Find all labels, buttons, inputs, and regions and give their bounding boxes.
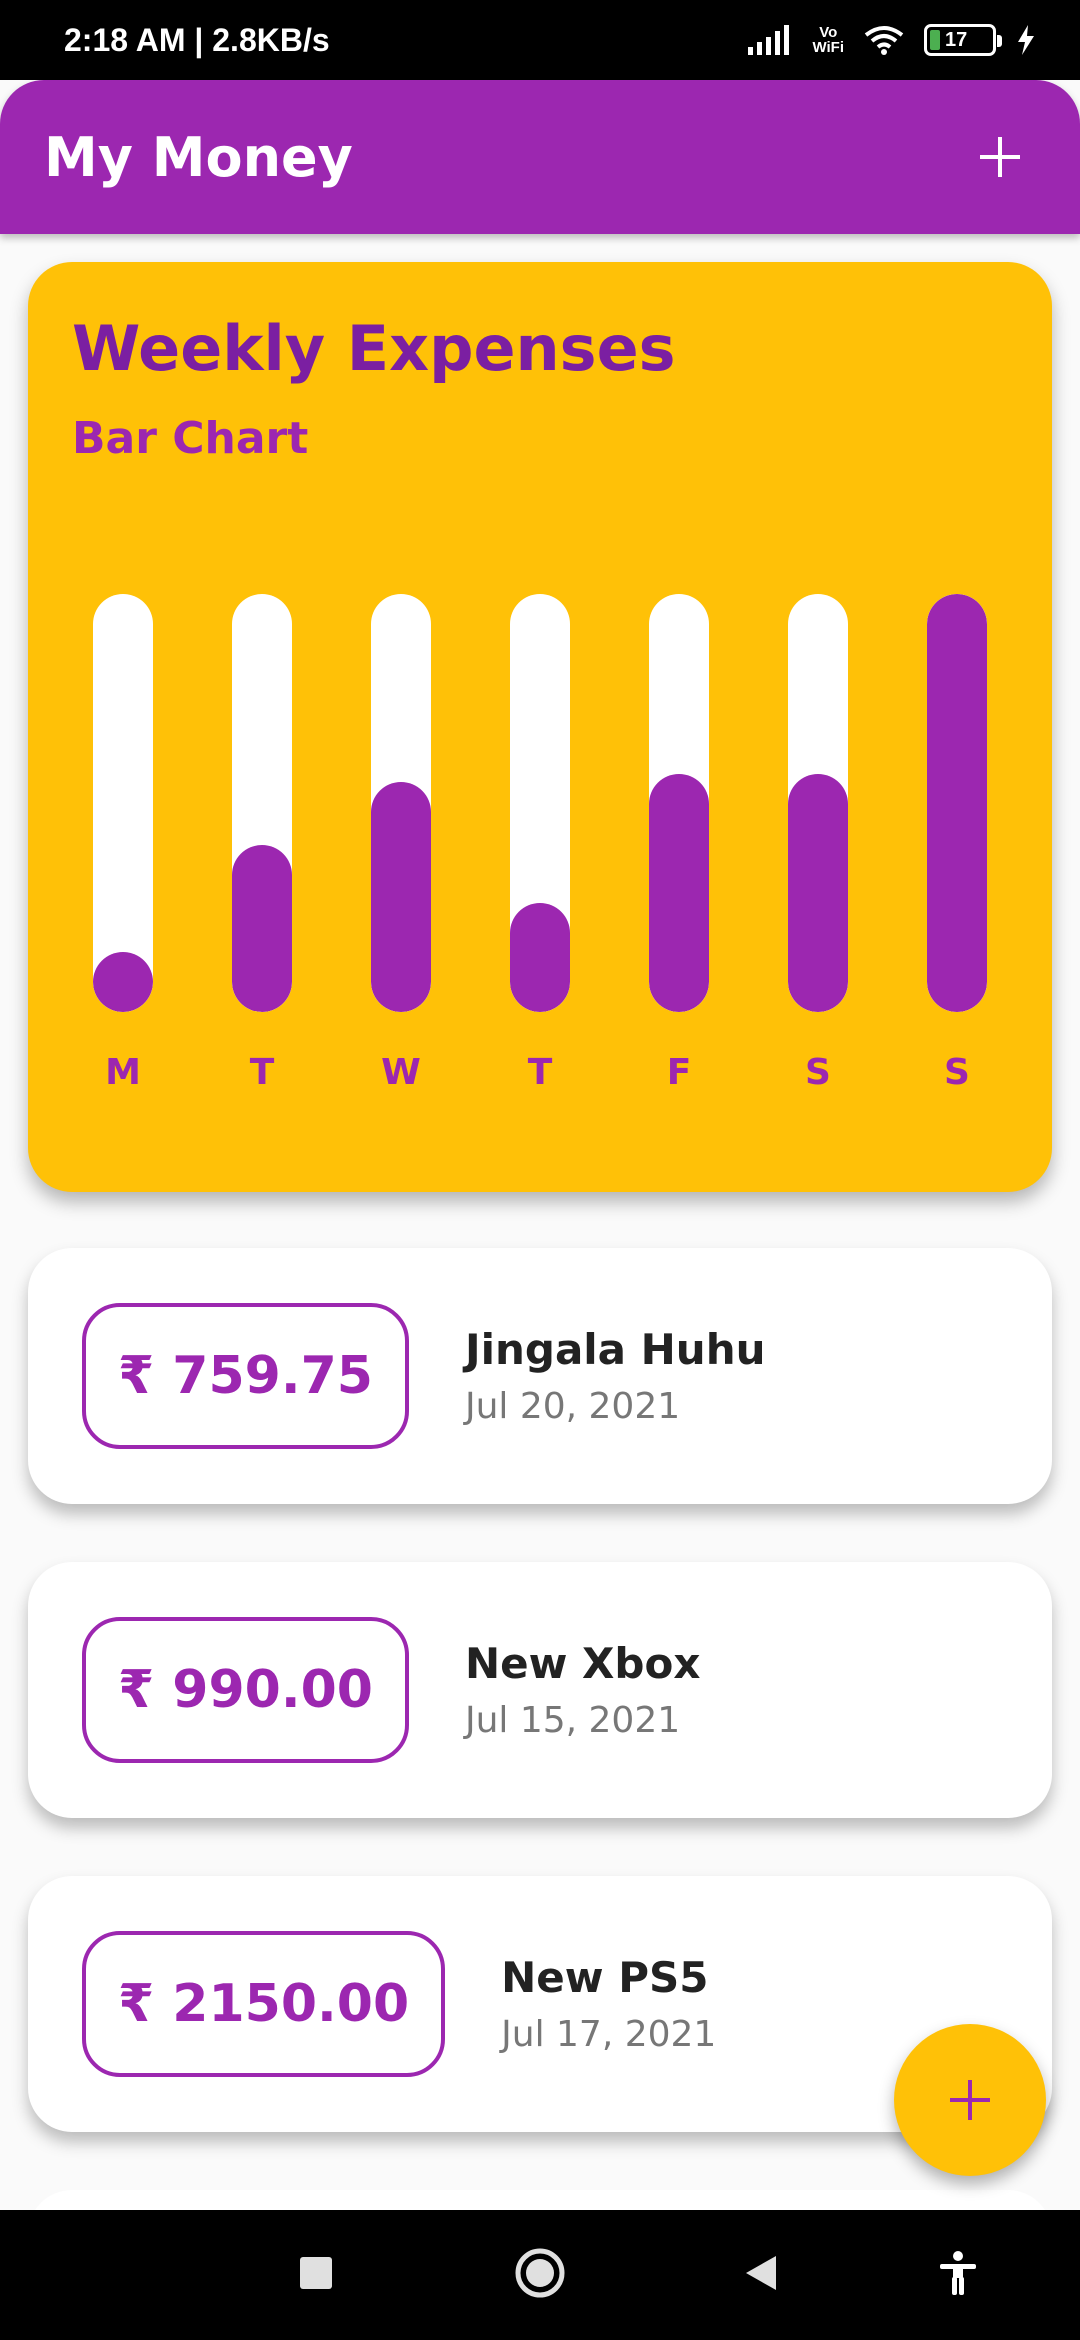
- transaction-amount: ₹ 759.75: [82, 1303, 409, 1449]
- transaction-info: New Xbox Jul 15, 2021: [465, 1639, 700, 1741]
- transaction-info: Jingala Huhu Jul 20, 2021: [465, 1325, 766, 1427]
- home-button[interactable]: [514, 2247, 566, 2303]
- bar-track: [510, 594, 570, 1012]
- charging-icon: [1018, 25, 1034, 55]
- bar-day-label: S: [805, 1052, 831, 1093]
- bar-day-label: F: [666, 1052, 692, 1093]
- back-triangle-icon: [746, 2256, 776, 2290]
- status-time: 2:18 AM | 2.8KB/s: [64, 21, 330, 58]
- back-button[interactable]: [744, 2254, 778, 2296]
- bar-track: [93, 594, 153, 1012]
- transaction-date: Jul 15, 2021: [464, 1700, 681, 1741]
- bar-track: [232, 594, 292, 1012]
- bar-fill: [232, 844, 292, 1012]
- bar-fill: [510, 903, 570, 1012]
- bar-day-label: T: [527, 1052, 553, 1093]
- bar-day-label: M: [105, 1052, 141, 1093]
- bar-track: [649, 594, 709, 1012]
- bar-fill: [93, 952, 153, 1012]
- transaction-title: Jingala Huhu: [464, 1325, 766, 1374]
- accessibility-button[interactable]: [938, 2251, 978, 2299]
- app-bar: My Money: [0, 80, 1080, 234]
- bar-fill: [788, 773, 848, 1012]
- battery-icon: 17: [924, 24, 1002, 56]
- recents-button[interactable]: [300, 2257, 332, 2293]
- system-nav-bar: [0, 2210, 1080, 2340]
- app-title: My Money: [44, 125, 353, 189]
- bar-track: [927, 594, 987, 1012]
- add-transaction-button[interactable]: [960, 117, 1040, 197]
- transaction-title: New PS5: [501, 1953, 709, 2002]
- bar-fill: [927, 594, 987, 1012]
- transaction-info: New PS5 Jul 17, 2021: [501, 1953, 716, 2055]
- wifi-icon: [864, 26, 904, 55]
- transaction-title: New Xbox: [464, 1639, 701, 1688]
- plus-icon: [950, 2080, 990, 2120]
- bar-track: [788, 594, 848, 1012]
- accessibility-icon: [940, 2251, 976, 2295]
- vowifi-vo: Vo: [819, 24, 838, 41]
- signal-icon: [748, 25, 790, 55]
- transaction-amount: ₹ 2150.00: [82, 1931, 446, 2077]
- vowifi-wifi: WiFi: [812, 39, 844, 56]
- bar-fill: [649, 773, 709, 1012]
- bar-fill: [371, 782, 431, 1012]
- transaction-card[interactable]: ₹ 990.00 New Xbox Jul 15, 2021: [28, 1562, 1052, 1818]
- transaction-amount: ₹ 990.00: [82, 1617, 409, 1763]
- bar-day-label: T: [249, 1052, 275, 1093]
- bar-track: [371, 594, 431, 1012]
- bar-day-label: W: [381, 1052, 421, 1093]
- home-circle-icon: [515, 2248, 565, 2298]
- transaction-date: Jul 17, 2021: [501, 2014, 717, 2055]
- add-fab-button[interactable]: [894, 2024, 1046, 2176]
- plus-icon: [980, 137, 1020, 177]
- status-icons: Vo WiFi 17: [748, 24, 1036, 56]
- vowifi-icon: Vo WiFi: [812, 25, 844, 55]
- transaction-card[interactable]: ₹ 759.75 Jingala Huhu Jul 20, 2021: [28, 1248, 1052, 1504]
- bar-day-label: S: [944, 1052, 970, 1093]
- weekly-expenses-card: MTWTFSS Weekly Expenses Bar Chart: [28, 262, 1052, 1192]
- bar-chart: MTWTFSS: [28, 262, 1052, 1192]
- status-bar: 2:18 AM | 2.8KB/s Vo WiFi 17: [0, 0, 1080, 80]
- recents-square-icon: [300, 2257, 332, 2289]
- transaction-date: Jul 20, 2021: [464, 1386, 681, 1427]
- battery-level: 17: [945, 28, 968, 51]
